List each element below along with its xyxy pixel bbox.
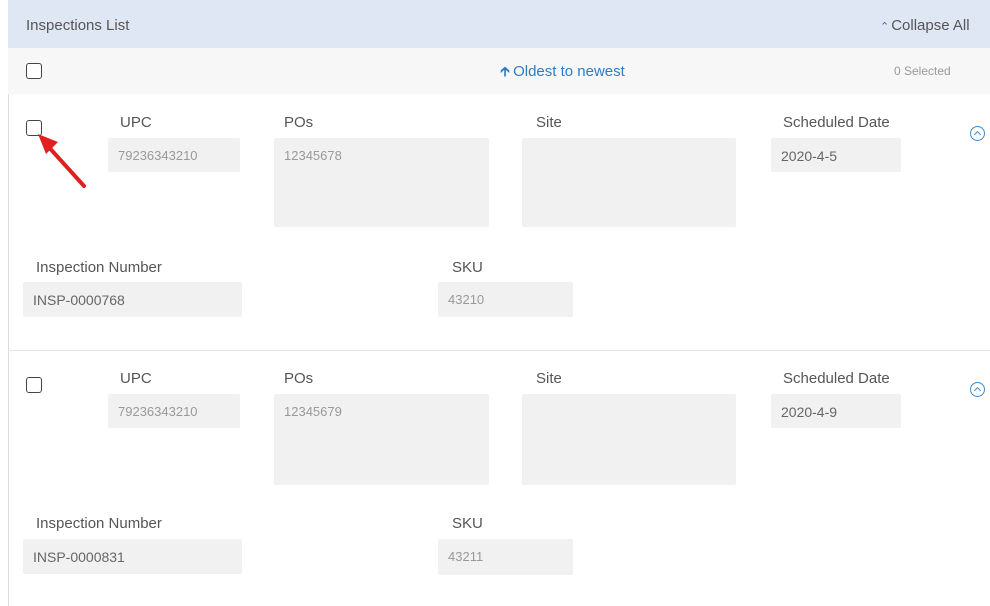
pos-field: 12345678 [274,138,489,227]
red-arrow-annotation [38,134,86,188]
scheduled-date-label: Scheduled Date [783,370,890,387]
upc-label: UPC [120,114,152,131]
selected-count: 0 Selected [894,64,951,78]
sku-field: 43210 [438,282,573,317]
inspection-number-label: Inspection Number [36,515,162,532]
arrow-up-icon: 🡱 [500,63,511,79]
panel-title: Inspections List [26,17,130,34]
double-chevron-up-icon: ⌃ [880,21,890,33]
record-divider [8,350,990,351]
site-field [522,394,736,485]
expand-toggle-icon[interactable] [970,126,985,141]
site-label: Site [536,370,562,387]
upc-field: 79236343210 [108,138,240,172]
site-field [522,138,736,227]
sku-label: SKU [452,515,483,532]
panel-header [8,0,990,48]
sort-order-label: Oldest to newest [513,63,625,80]
sku-field: 43211 [438,539,573,575]
record-checkbox[interactable] [26,377,42,393]
inspection-number-label: Inspection Number [36,259,162,276]
pos-label: POs [284,114,314,131]
sort-bar [8,48,990,94]
collapse-all-button[interactable]: ⌃ Collapse All [880,17,970,34]
pos-field: 12345679 [274,394,489,485]
sku-label: SKU [452,259,483,276]
upc-label: UPC [120,370,152,387]
scheduled-date-field: 2020-4-9 [771,394,901,428]
pos-label: POs [284,370,314,387]
collapse-all-label: Collapse All [891,17,970,34]
inspection-number-field: INSP-0000768 [23,282,242,317]
inspection-number-field: INSP-0000831 [23,539,242,574]
expand-toggle-icon[interactable] [970,382,985,397]
sort-order-button[interactable]: 🡱 Oldest to newest [500,61,625,85]
scheduled-date-field: 2020-4-5 [771,138,901,172]
select-all-checkbox[interactable] [26,63,42,79]
upc-field: 79236343210 [108,394,240,428]
scheduled-date-label: Scheduled Date [783,114,890,131]
site-label: Site [536,114,562,131]
